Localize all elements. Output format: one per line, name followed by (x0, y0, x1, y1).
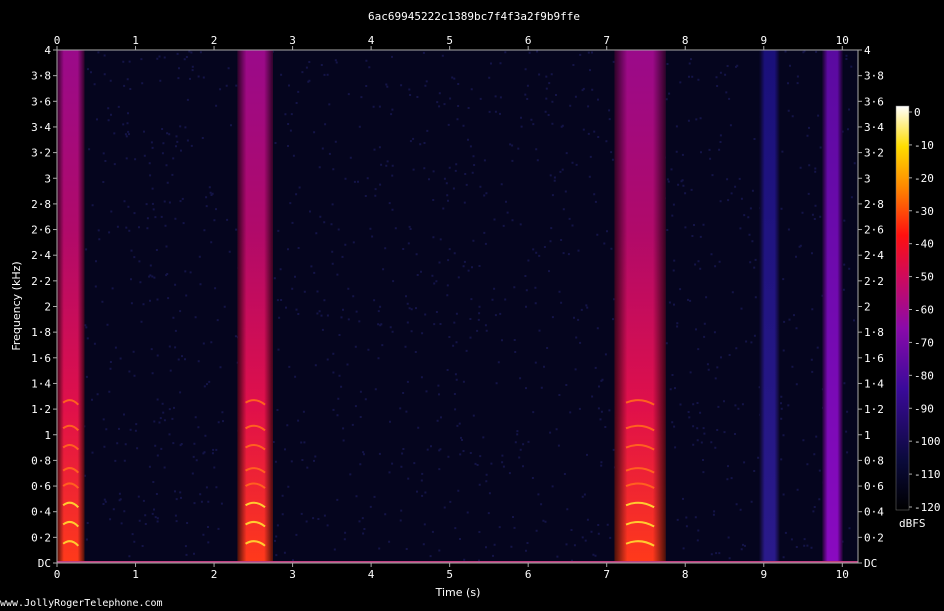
y-tick-label-right: 3·2 (864, 147, 884, 160)
y-axis-label: Frequency (kHz) (10, 261, 23, 350)
y-tick-label-right: 1·4 (864, 377, 884, 390)
y-tick-label-left: 0·8 (31, 454, 51, 467)
y-tick-label-left: DC (38, 557, 51, 570)
y-tick-label-right: 1·8 (864, 326, 884, 339)
y-tick-label-left: 3·2 (31, 147, 51, 160)
segment-3-edge (614, 50, 666, 563)
y-tick-label-right: 1·6 (864, 352, 884, 365)
y-tick-label-right: 1·2 (864, 403, 884, 416)
y-tick-label-right: 3 (864, 172, 871, 185)
y-tick-label-right: 2·4 (864, 249, 884, 262)
y-tick-label-left: 2 (44, 301, 51, 314)
y-tick-label-left: 0·6 (31, 480, 51, 493)
x-tick-label-top: 7 (603, 34, 610, 47)
x-tick-label-bottom: 9 (760, 568, 767, 581)
y-axis-left: DC 0·2 0·4 0·6 0·8 1 1·2 1·4 1·6 1·8 2 2·2 2·4 2·6 2·8… (31, 44, 57, 570)
watermark: www.JollyRogerTelephone.com (0, 598, 163, 609)
y-tick-label-right: 1 (864, 429, 871, 442)
y-tick-label-left: 4 (44, 44, 51, 57)
y-tick-label-left: 2·6 (31, 224, 51, 237)
colorbar-tick-label: -80 (914, 369, 934, 382)
y-tick-label-left: 1·4 (31, 377, 51, 390)
segment-4-edge (759, 50, 780, 563)
y-tick-label-right: 0·6 (864, 480, 884, 493)
x-tick-label-bottom: 6 (525, 568, 532, 581)
y-tick-label-right: 3·6 (864, 95, 884, 108)
y-tick-label-right: 2·6 (864, 224, 884, 237)
x-tick-label-top: 9 (760, 34, 767, 47)
x-tick-label-bottom: 2 (211, 568, 218, 581)
y-tick-label-left: 2·8 (31, 198, 51, 211)
colorbar-tick-label: -10 (914, 139, 934, 152)
colorbar-label: dBFS (899, 517, 926, 530)
y-tick-label-left: 3 (44, 172, 51, 185)
x-tick-label-top: 1 (132, 34, 139, 47)
y-tick-label-right: DC (864, 557, 877, 570)
x-tick-label-bottom: 3 (289, 568, 296, 581)
y-tick-label-left: 1·6 (31, 352, 51, 365)
y-tick-label-left: 1·8 (31, 326, 51, 339)
colorbar-tick-label: -70 (914, 336, 934, 349)
x-tick-label-bottom: 10 (836, 568, 849, 581)
colorbar-tick-label: -20 (914, 172, 934, 185)
x-tick-label-bottom: 8 (682, 568, 689, 581)
x-tick-label-top: 0 (54, 34, 61, 47)
plot-area (57, 50, 858, 563)
colorbar-tick-label: -30 (914, 205, 934, 218)
spectrogram-chart: 6ac69945222c1389bc7f4f3a2f9b9ffe 0 1 2 3 4 5 6… (10, 10, 941, 599)
y-tick-label-right: 0·8 (864, 454, 884, 467)
x-tick-label-bottom: 4 (368, 568, 375, 581)
x-axis-top: 0 1 2 3 4 5 6 7 8 9 10 (54, 34, 849, 50)
y-tick-label-right: 3·8 (864, 70, 884, 83)
y-tick-label-right: 4 (864, 44, 871, 57)
x-tick-label-top: 3 (289, 34, 296, 47)
y-tick-label-left: 0·4 (31, 506, 51, 519)
x-axis-label: Time (s) (435, 586, 481, 599)
segment-5-edge (822, 50, 843, 563)
y-tick-label-right: 2 (864, 301, 871, 314)
colorbar-tick-label: -90 (914, 402, 934, 415)
x-tick-label-top: 6 (525, 34, 532, 47)
y-tick-label-left: 3·6 (31, 95, 51, 108)
x-tick-label-bottom: 0 (54, 568, 61, 581)
y-tick-label-right: 2·8 (864, 198, 884, 211)
colorbar-tick-label: -120 (914, 501, 941, 514)
y-tick-label-left: 0·2 (31, 531, 51, 544)
y-tick-label-left: 3·4 (31, 121, 51, 134)
x-tick-label-bottom: 7 (603, 568, 610, 581)
y-tick-label-left: 1·2 (31, 403, 51, 416)
y-axis-right: DC 0·2 0·4 0·6 0·8 1 1·2 1·4 1·6 1·8 2 2·2 2·4 2·6 2·8… (858, 44, 884, 570)
x-tick-label-top: 2 (211, 34, 218, 47)
x-tick-label-top: 10 (836, 34, 849, 47)
y-tick-label-left: 1 (44, 429, 51, 442)
y-tick-label-left: 2·4 (31, 249, 51, 262)
y-tick-label-right: 2·2 (864, 275, 884, 288)
chart-title: 6ac69945222c1389bc7f4f3a2f9b9ffe (368, 10, 580, 23)
x-tick-label-top: 5 (446, 34, 453, 47)
colorbar-tick-label: -110 (914, 468, 941, 481)
y-tick-label-left: 3·8 (31, 70, 51, 83)
y-tick-label-left: 2·2 (31, 275, 51, 288)
y-tick-label-right: 3·4 (864, 121, 884, 134)
colorbar-tick-label: -60 (914, 304, 934, 317)
x-tick-label-top: 4 (368, 34, 375, 47)
colorbar-tick-label: -100 (914, 435, 941, 448)
colorbar (895, 105, 910, 511)
colorbar-ticks: 0 -10 -20 -30 -40 -50 -60 -70 -80 -90 -100 -110 -120 (909, 106, 941, 514)
segment-1-edge (57, 50, 85, 563)
y-tick-label-right: 0·4 (864, 506, 884, 519)
colorbar-tick-label: -40 (914, 238, 934, 251)
x-tick-label-top: 8 (682, 34, 689, 47)
x-tick-label-bottom: 1 (132, 568, 139, 581)
x-tick-label-bottom: 5 (446, 568, 453, 581)
segment-2-edge (237, 50, 273, 563)
colorbar-tick-label: -50 (914, 271, 934, 284)
x-axis-bottom: 0 1 2 3 4 5 6 7 8 9 10 (54, 563, 849, 581)
y-tick-label-right: 0·2 (864, 531, 884, 544)
colorbar-tick-label: 0 (914, 106, 921, 119)
